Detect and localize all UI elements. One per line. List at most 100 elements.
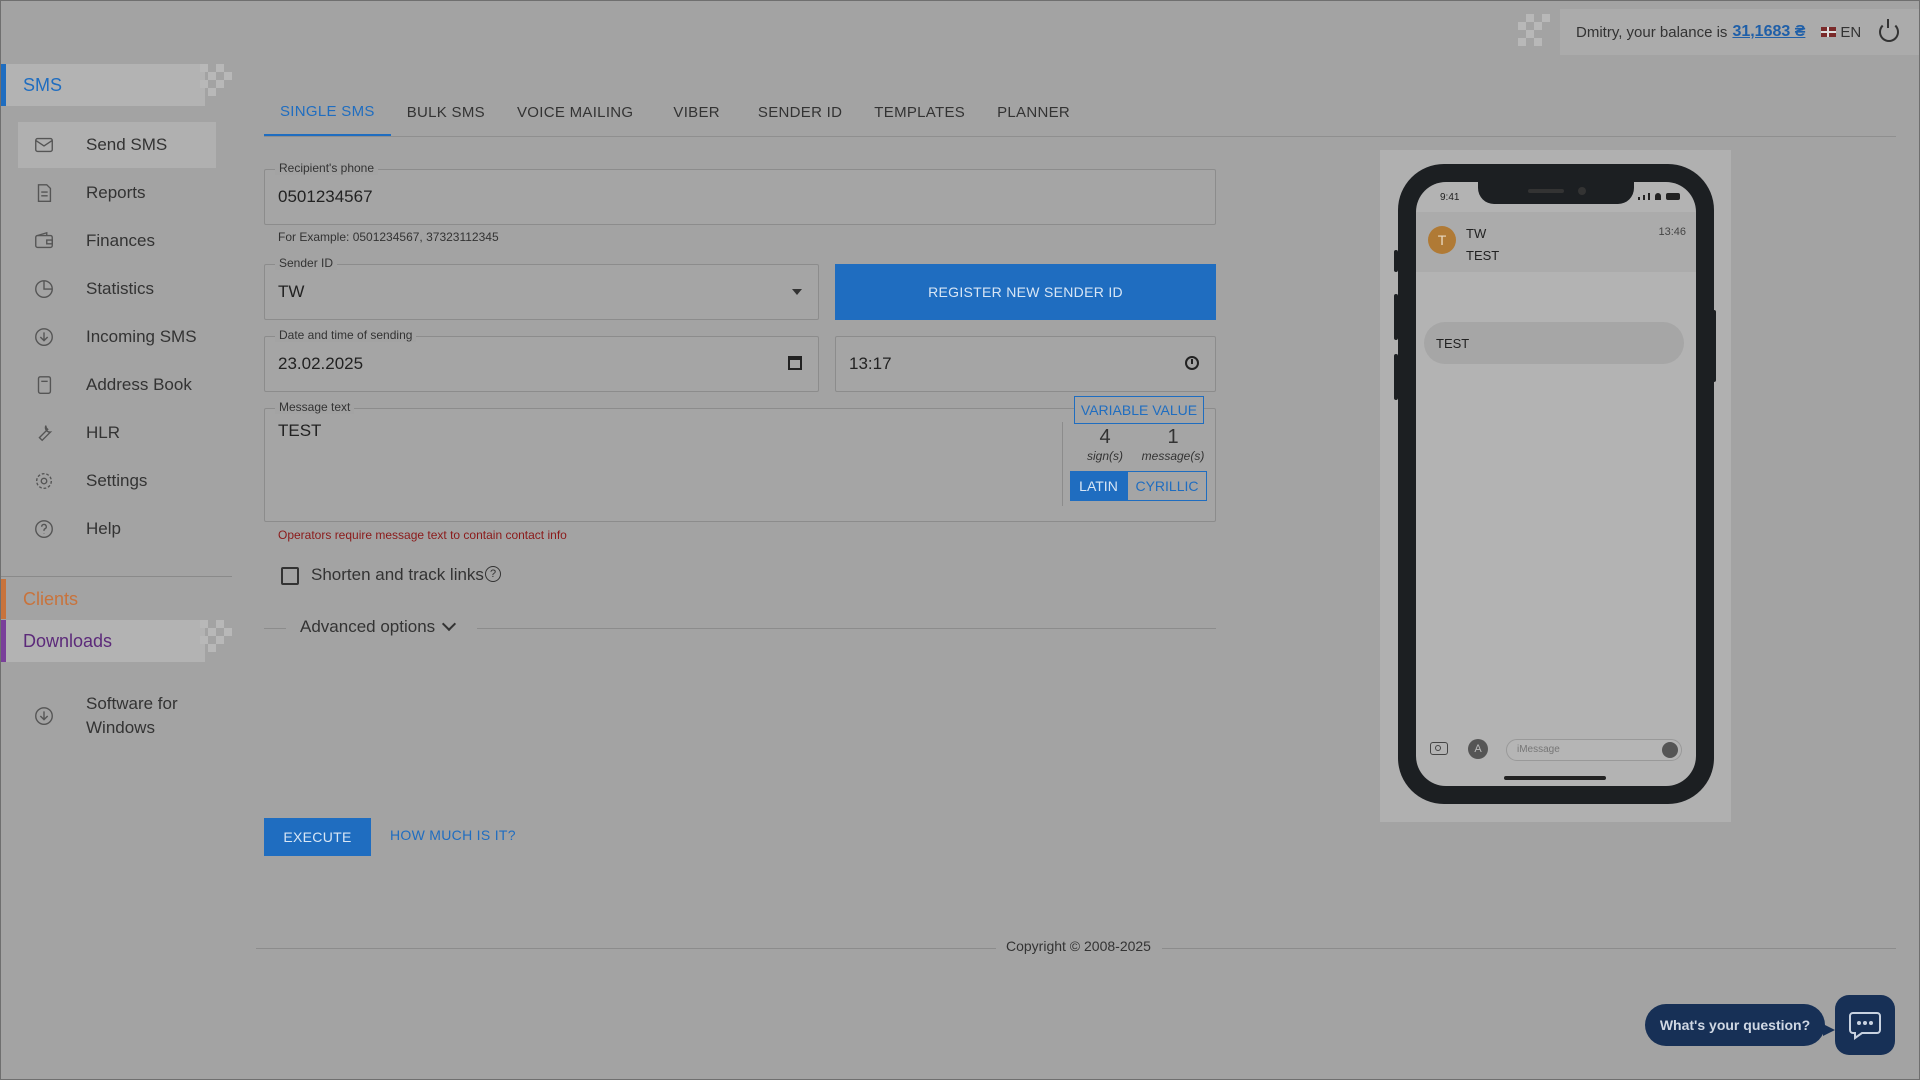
chevron-down-icon[interactable]	[441, 616, 457, 632]
message-counter: 1 message(s)	[1138, 426, 1208, 463]
tab-templates[interactable]: TEMPLATES	[858, 88, 981, 136]
balance-link[interactable]: 31,1683 ₴	[1732, 23, 1805, 41]
message-caption: message(s)	[1141, 449, 1205, 463]
footer-divider-left	[256, 948, 996, 949]
chevron-down-icon	[792, 289, 802, 295]
conversation-header: T TW TEST 13:46	[1416, 212, 1696, 272]
sidebar-item-reports[interactable]: Reports	[18, 170, 216, 216]
phone-example-hint: For Example: 0501234567, 37323112345	[278, 230, 499, 244]
signal-wifi-battery-icon	[1638, 193, 1680, 200]
language-selector[interactable]: EN	[1821, 24, 1861, 41]
help-icon[interactable]: ?	[485, 566, 501, 582]
counter-divider	[1062, 422, 1063, 506]
sidebar-item-settings[interactable]: Settings	[18, 458, 216, 504]
register-sender-id-button[interactable]: REGISTER NEW SENDER ID	[835, 264, 1216, 320]
message-text-label: Message text	[275, 400, 355, 414]
sign-count: 4	[1099, 426, 1111, 448]
sidebar-item-label: Reports	[86, 183, 146, 202]
phone-mockup: 9:41 T TW TEST 13:46 TEST A iMessage	[1398, 164, 1714, 804]
tab-sender-id[interactable]: SENDER ID	[742, 88, 858, 136]
clock-icon[interactable]	[1185, 356, 1199, 370]
sidebar-item-label: HLR	[86, 423, 121, 442]
sender-id-label: Sender ID	[275, 256, 338, 270]
variable-value-button[interactable]: VARIABLE VALUE	[1074, 396, 1204, 424]
sms-tabs: SINGLE SMS BULK SMS VOICE MAILING VIBER …	[264, 88, 1896, 137]
sidebar: SMS Send SMS Reports Finances Statistics…	[0, 0, 232, 1080]
logout-power-icon[interactable]	[1879, 19, 1900, 42]
tab-single-sms[interactable]: SINGLE SMS	[264, 88, 391, 136]
uk-flag-icon	[1821, 27, 1837, 37]
wrench-icon	[32, 421, 56, 445]
sidebar-section-downloads[interactable]: Downloads	[1, 620, 205, 662]
decor-pixels-sms	[200, 64, 240, 104]
message-error-text: Operators require message text to contai…	[278, 528, 567, 542]
gear-icon	[32, 469, 56, 493]
book-icon	[32, 373, 56, 397]
sender-id-value: TW	[278, 282, 305, 301]
pie-chart-icon	[32, 277, 56, 301]
tab-viber[interactable]: VIBER	[649, 88, 742, 136]
recipient-phone-value: 0501234567	[278, 187, 373, 206]
sidebar-item-label: Statistics	[86, 279, 155, 298]
sidebar-item-address-book[interactable]: Address Book	[18, 362, 216, 408]
advanced-divider-left	[264, 628, 286, 629]
top-bar: Dmitry, your balance is 31,1683 ₴ EN	[1560, 9, 1920, 55]
sidebar-item-statistics[interactable]: Statistics	[18, 266, 216, 312]
envelope-icon	[32, 133, 56, 157]
sms-preview-panel: 9:41 T TW TEST 13:46 TEST A iMessage	[1380, 150, 1731, 822]
chat-bubble-icon	[1849, 1012, 1881, 1040]
cyrillic-toggle[interactable]: CYRILLIC	[1127, 471, 1207, 501]
sidebar-item-help[interactable]: Help	[18, 506, 216, 552]
phone-notch	[1478, 182, 1634, 204]
date-time-label: Date and time of sending	[275, 328, 417, 342]
sign-counter: 4 sign(s)	[1080, 426, 1130, 463]
date-field[interactable]: Date and time of sending 23.02.2025	[264, 328, 819, 392]
app-store-icon: A	[1468, 739, 1488, 759]
calendar-icon[interactable]	[788, 356, 802, 370]
sidebar-item-send-sms[interactable]: Send SMS	[18, 122, 216, 168]
latin-toggle[interactable]: LATIN	[1070, 471, 1127, 501]
price-link[interactable]: HOW MUCH IS IT?	[390, 827, 516, 843]
sidebar-item-hlr[interactable]: HLR	[18, 410, 216, 456]
language-label: EN	[1840, 23, 1862, 41]
shorten-links-label[interactable]: Shorten and track links	[311, 565, 484, 585]
sidebar-item-label: Send SMS	[86, 135, 168, 154]
sidebar-item-label: Help	[86, 519, 121, 538]
sender-id-select[interactable]: Sender ID TW	[264, 256, 819, 320]
sidebar-item-label: Incoming SMS	[86, 327, 197, 346]
sidebar-item-incoming-sms[interactable]: Incoming SMS	[18, 314, 216, 360]
execute-button[interactable]: EXECUTE	[264, 818, 371, 856]
software-line-1: Software for	[86, 694, 178, 713]
tab-bulk-sms[interactable]: BULK SMS	[391, 88, 501, 136]
preview-snippet: TEST	[1466, 248, 1500, 263]
software-line-2: Windows	[86, 718, 155, 737]
recipient-phone-field[interactable]: Recipient's phone 0501234567	[264, 161, 1216, 225]
download-circle-icon	[32, 704, 56, 728]
sidebar-section-sms[interactable]: SMS	[1, 64, 205, 106]
chat-button[interactable]	[1835, 995, 1895, 1055]
home-indicator	[1504, 776, 1606, 780]
message-count: 1	[1167, 426, 1179, 448]
chat-question-bubble[interactable]: What's your question?	[1645, 1004, 1835, 1046]
message-text-area[interactable]: Message text TEST	[264, 400, 1216, 522]
preview-sender-name: TW	[1466, 226, 1487, 241]
sidebar-item-finances[interactable]: Finances	[18, 218, 216, 264]
sidebar-section-clients[interactable]: Clients	[1, 579, 221, 619]
time-field[interactable]: 13:17	[835, 336, 1216, 392]
decor-pixels-downloads	[200, 620, 240, 660]
imessage-input: iMessage	[1506, 739, 1682, 761]
sidebar-item-software-windows[interactable]: Software for Windows	[18, 690, 216, 742]
balance-greeting: Dmitry, your balance is	[1576, 23, 1728, 41]
sidebar-item-label: Software for Windows	[86, 692, 178, 740]
advanced-options-toggle[interactable]: Advanced options	[300, 617, 435, 637]
tab-planner[interactable]: PLANNER	[981, 88, 1086, 136]
shorten-links-checkbox[interactable]	[281, 567, 299, 585]
footer-divider-right	[1162, 948, 1896, 949]
advanced-divider-right	[477, 628, 1216, 629]
message-bubble: TEST	[1424, 322, 1684, 364]
question-circle-icon	[32, 517, 56, 541]
phone-screen: 9:41 T TW TEST 13:46 TEST A iMessage	[1416, 182, 1696, 786]
recipient-phone-label: Recipient's phone	[275, 161, 379, 175]
tab-voice-mailing[interactable]: VOICE MAILING	[501, 88, 649, 136]
phone-status-time: 9:41	[1440, 192, 1460, 203]
